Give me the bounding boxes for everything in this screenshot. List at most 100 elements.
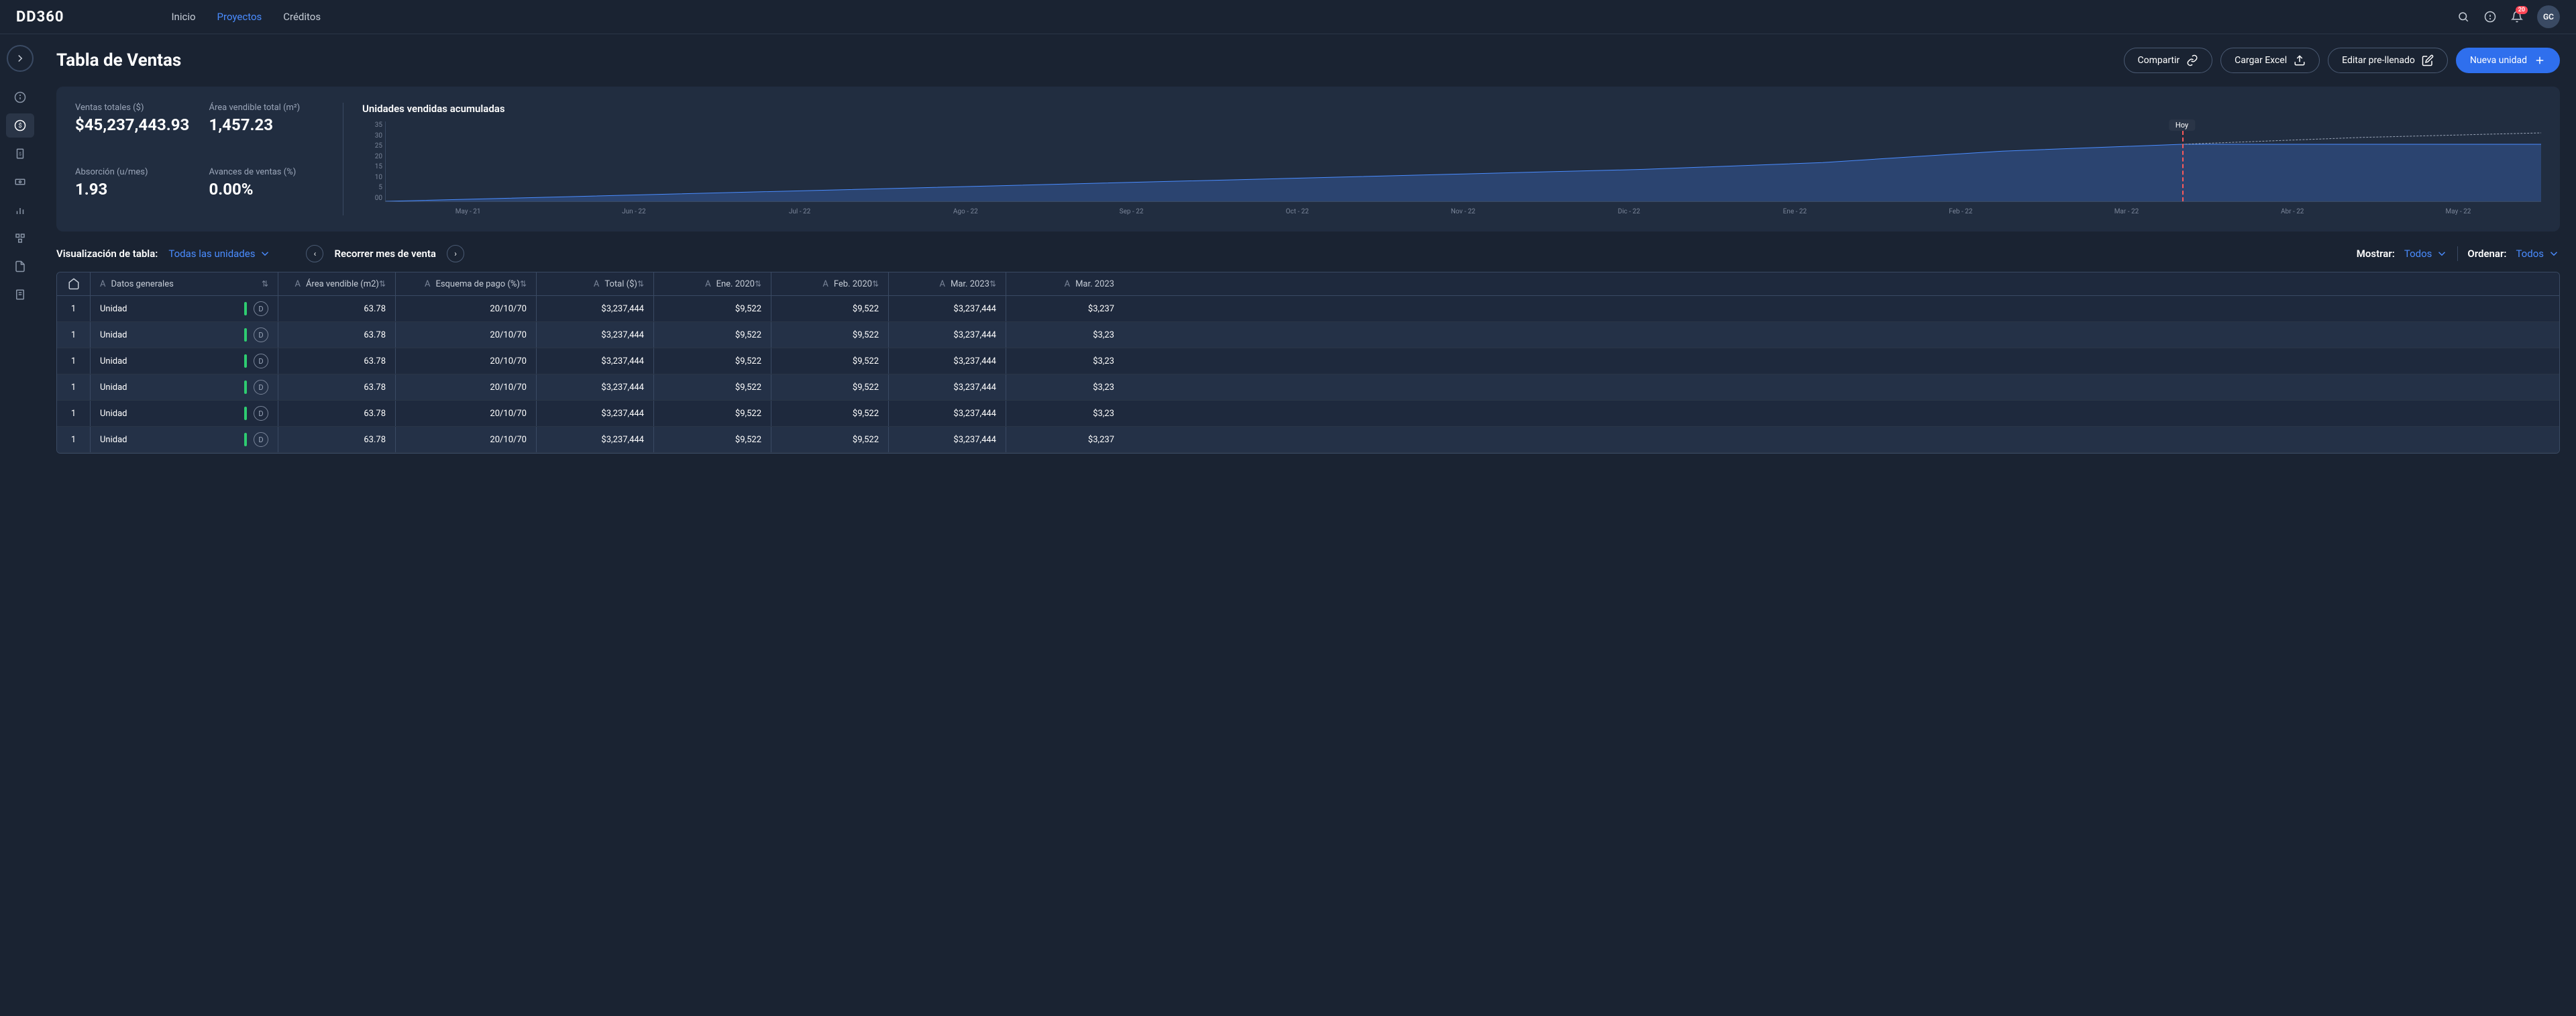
page-title: Tabla de Ventas xyxy=(56,50,181,70)
row-total: $3,237,444 xyxy=(537,322,654,348)
unit-status-icon: D xyxy=(254,432,268,447)
sidebar-item-sales[interactable]: $ xyxy=(6,113,34,138)
nav-proyectos[interactable]: Proyectos xyxy=(217,11,262,23)
col-datos[interactable]: ADatos generales⇅ xyxy=(91,272,278,295)
row-m1: $9,522 xyxy=(654,296,771,321)
row-total: $3,237,444 xyxy=(537,374,654,400)
col-m2[interactable]: AFeb. 2020⇅ xyxy=(771,272,889,295)
row-unit: UnidadD xyxy=(91,401,278,426)
notif-badge: 20 xyxy=(2516,6,2528,14)
viz-dropdown[interactable]: Todas las unidades xyxy=(168,248,271,260)
month-prev-button[interactable]: ‹ xyxy=(306,245,323,262)
row-m3: $3,237,444 xyxy=(889,322,1006,348)
row-m4: $3,237 xyxy=(1006,296,1124,321)
avatar[interactable]: GC xyxy=(2537,5,2560,28)
sidebar: $ $ xyxy=(0,34,40,467)
col-m4[interactable]: AMar. 2023 xyxy=(1006,272,1124,295)
row-m1: $9,522 xyxy=(654,401,771,426)
row-total: $3,237,444 xyxy=(537,348,654,374)
nav-creditos[interactable]: Créditos xyxy=(283,11,321,23)
row-index: 1 xyxy=(57,427,91,452)
row-scheme: 20/10/70 xyxy=(396,296,537,321)
row-unit: UnidadD xyxy=(91,296,278,321)
row-m3: $3,237,444 xyxy=(889,296,1006,321)
sidebar-item-org[interactable] xyxy=(6,226,34,250)
chart-title: Unidades vendidas acumuladas xyxy=(362,103,2541,115)
search-icon[interactable] xyxy=(2457,10,2470,23)
status-bar xyxy=(244,407,247,420)
stat-ventas: Ventas totales ($)$45,237,443.93 xyxy=(75,103,191,151)
status-bar xyxy=(244,354,247,368)
new-unit-button[interactable]: Nueva unidad xyxy=(2456,48,2560,73)
status-bar xyxy=(244,380,247,394)
col-total[interactable]: ATotal ($)⇅ xyxy=(537,272,654,295)
row-index: 1 xyxy=(57,374,91,400)
svg-text:$: $ xyxy=(18,122,21,130)
col-esquema[interactable]: AEsquema de pago (%)⇅ xyxy=(396,272,537,295)
sidebar-item-cash[interactable] xyxy=(6,170,34,194)
upload-excel-button[interactable]: Cargar Excel xyxy=(2220,48,2320,73)
month-next-button[interactable]: › xyxy=(447,245,464,262)
edit-prefill-button[interactable]: Editar pre-llenado xyxy=(2328,48,2448,73)
stat-avances: Avances de ventas (%)0.00% xyxy=(209,167,325,215)
row-m2: $9,522 xyxy=(771,348,889,374)
table-row[interactable]: 1UnidadD63.7820/10/70$3,237,444$9,522$9,… xyxy=(57,374,2559,401)
stats-card: Ventas totales ($)$45,237,443.93 Área ve… xyxy=(56,87,2560,232)
status-bar xyxy=(244,302,247,315)
svg-text:$: $ xyxy=(19,151,21,156)
sales-table: ADatos generales⇅ AÁrea vendible (m2)⇅ A… xyxy=(56,272,2560,454)
sidebar-item-info[interactable] xyxy=(6,85,34,109)
row-scheme: 20/10/70 xyxy=(396,401,537,426)
sidebar-item-reports[interactable] xyxy=(6,198,34,222)
table-row[interactable]: 1UnidadD63.7820/10/70$3,237,444$9,522$9,… xyxy=(57,322,2559,348)
share-button[interactable]: Compartir xyxy=(2124,48,2213,73)
nav-inicio[interactable]: Inicio xyxy=(171,11,195,23)
row-m4: $3,23 xyxy=(1006,401,1124,426)
unit-status-icon: D xyxy=(254,327,268,342)
row-scheme: 20/10/70 xyxy=(396,322,537,348)
row-area: 63.78 xyxy=(278,427,396,452)
col-m1[interactable]: AEne. 2020⇅ xyxy=(654,272,771,295)
unit-status-icon: D xyxy=(254,354,268,368)
sidebar-expand-button[interactable] xyxy=(7,45,34,72)
sidebar-item-docs[interactable] xyxy=(6,254,34,278)
row-area: 63.78 xyxy=(278,348,396,374)
col-home-icon[interactable] xyxy=(57,272,91,295)
unit-status-icon: D xyxy=(254,301,268,316)
row-m4: $3,237 xyxy=(1006,427,1124,452)
table-row[interactable]: 1UnidadD63.7820/10/70$3,237,444$9,522$9,… xyxy=(57,348,2559,374)
brand-logo: DD360 xyxy=(16,9,64,26)
table-row[interactable]: 1UnidadD63.7820/10/70$3,237,444$9,522$9,… xyxy=(57,427,2559,453)
show-dropdown[interactable]: Todos xyxy=(2404,248,2449,260)
viz-label: Visualización de tabla: xyxy=(56,248,158,260)
status-bar xyxy=(244,328,247,342)
month-pager-label: Recorrer mes de venta xyxy=(334,248,436,260)
sort-dropdown[interactable]: Todos xyxy=(2516,248,2560,260)
row-index: 1 xyxy=(57,322,91,348)
sidebar-item-notes[interactable] xyxy=(6,283,34,307)
row-unit: UnidadD xyxy=(91,427,278,452)
row-total: $3,237,444 xyxy=(537,296,654,321)
col-area[interactable]: AÁrea vendible (m2)⇅ xyxy=(278,272,396,295)
row-m3: $3,237,444 xyxy=(889,401,1006,426)
row-unit: UnidadD xyxy=(91,374,278,400)
row-index: 1 xyxy=(57,348,91,374)
row-m1: $9,522 xyxy=(654,348,771,374)
today-marker-line xyxy=(2182,131,2184,201)
row-m1: $9,522 xyxy=(654,374,771,400)
main-nav: Inicio Proyectos Créditos xyxy=(171,11,321,23)
row-m2: $9,522 xyxy=(771,322,889,348)
table-row[interactable]: 1UnidadD63.7820/10/70$3,237,444$9,522$9,… xyxy=(57,296,2559,322)
alert-icon[interactable] xyxy=(2483,10,2497,23)
row-scheme: 20/10/70 xyxy=(396,348,537,374)
row-m2: $9,522 xyxy=(771,374,889,400)
row-m2: $9,522 xyxy=(771,296,889,321)
table-row[interactable]: 1UnidadD63.7820/10/70$3,237,444$9,522$9,… xyxy=(57,401,2559,427)
stat-area: Área vendible total (m²)1,457.23 xyxy=(209,103,325,151)
show-label: Mostrar: xyxy=(2357,248,2395,260)
sidebar-item-invoices[interactable]: $ xyxy=(6,142,34,166)
bell-icon[interactable]: 20 xyxy=(2510,10,2524,23)
col-m3[interactable]: AMar. 2023⇅ xyxy=(889,272,1006,295)
table-header: ADatos generales⇅ AÁrea vendible (m2)⇅ A… xyxy=(57,272,2559,296)
row-m2: $9,522 xyxy=(771,401,889,426)
